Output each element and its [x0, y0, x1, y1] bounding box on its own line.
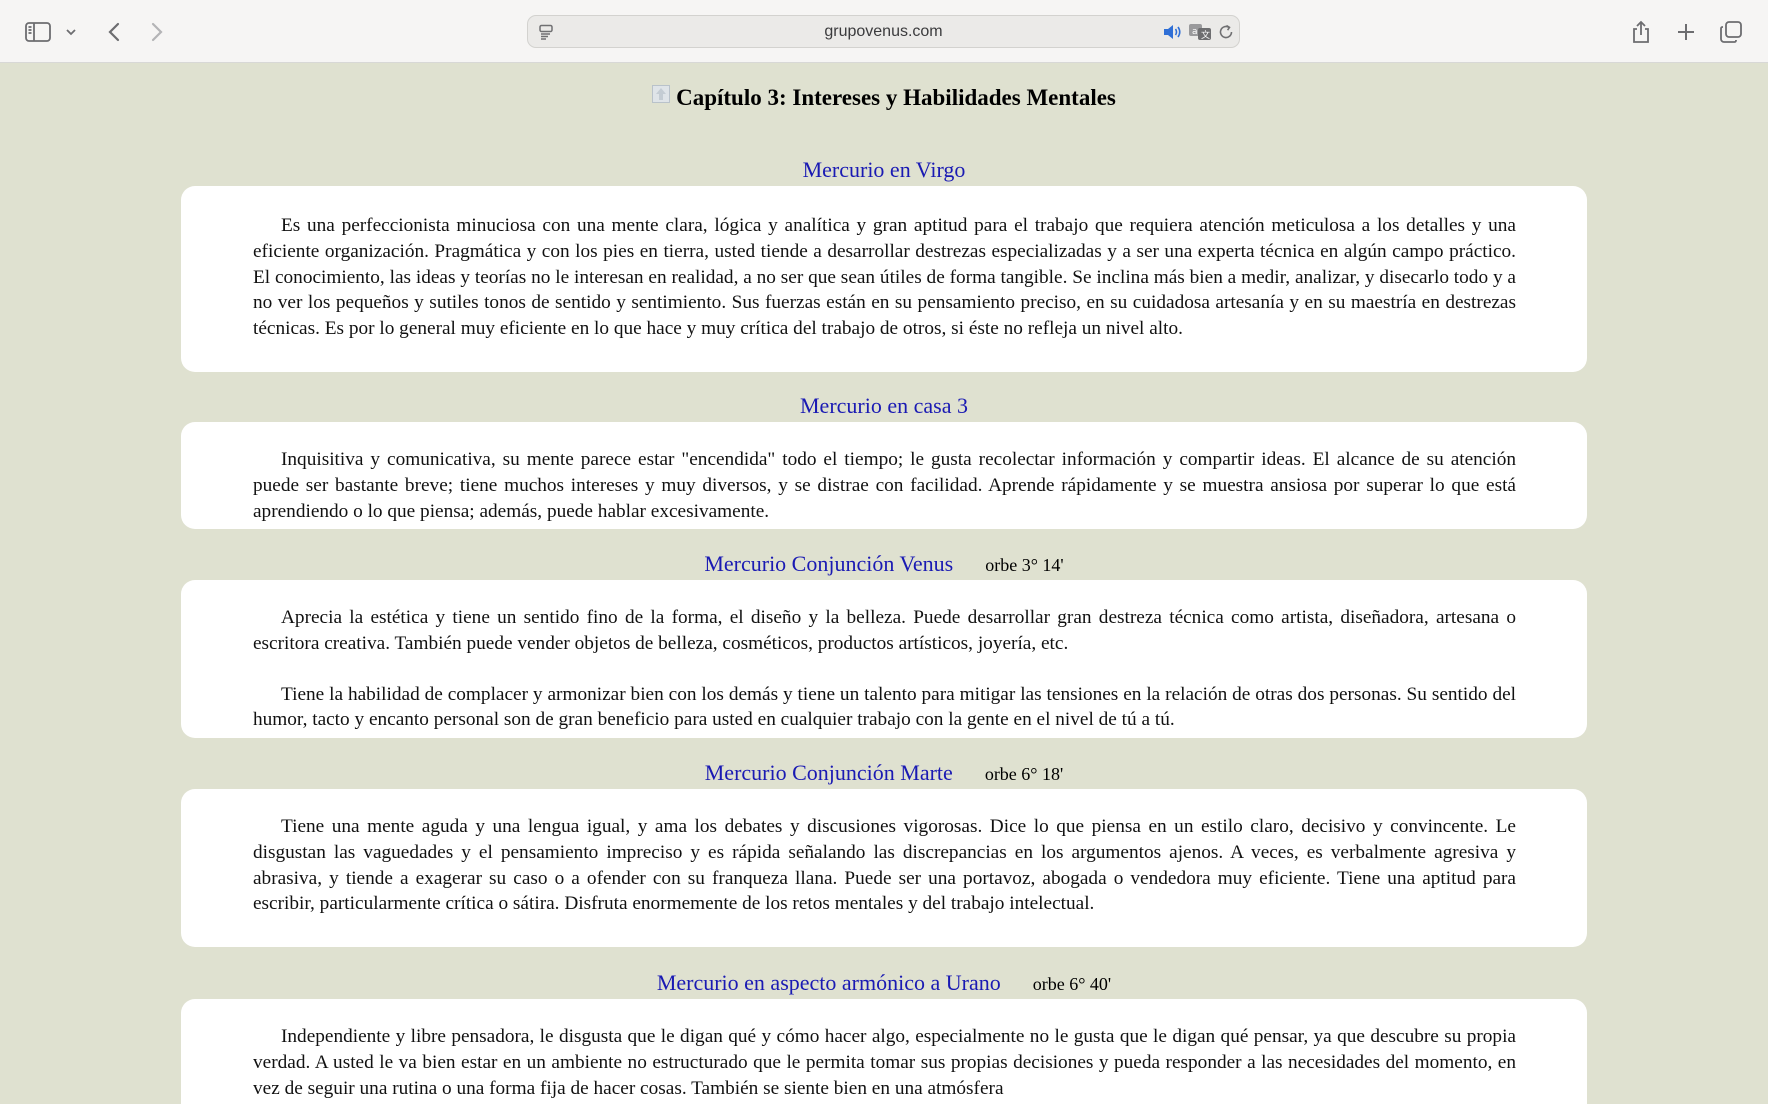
- section-card: Tiene una mente aguda y una lengua igual…: [181, 789, 1587, 947]
- address-bar[interactable]: grupovenus.com a 文: [527, 15, 1240, 48]
- section-heading: Mercurio en Virgo: [0, 157, 1768, 183]
- section-card: Aprecia la estética y tiene un sentido f…: [181, 580, 1587, 738]
- orb-value: orbe 6° 18': [984, 764, 1064, 784]
- svg-text:文: 文: [1201, 29, 1210, 41]
- chevron-left-icon[interactable]: [96, 14, 132, 50]
- section-title: Mercurio Conjunción Marte: [704, 760, 953, 785]
- browser-toolbar: grupovenus.com a 文: [0, 0, 1768, 63]
- sidebar-icon[interactable]: [20, 14, 56, 50]
- section-title: Mercurio en casa 3: [800, 393, 968, 418]
- section-heading: Mercurio Conjunción Marte orbe 6° 18': [0, 760, 1768, 786]
- orb-value: orbe 6° 40': [1032, 974, 1112, 994]
- speaker-icon[interactable]: [1161, 21, 1183, 43]
- chapter-title-row: Capítulo 3: Intereses y Habilidades Ment…: [0, 83, 1768, 111]
- url-text[interactable]: grupovenus.com: [528, 16, 1239, 47]
- section-card: Es una perfeccionista minuciosa con una …: [181, 186, 1587, 372]
- section-paragraph: Independiente y libre pensadora, le disg…: [253, 1026, 1516, 1099]
- orb-value: orbe 3° 14': [985, 555, 1064, 575]
- chevron-right-icon[interactable]: [139, 14, 175, 50]
- reload-icon[interactable]: [1215, 21, 1237, 43]
- section-paragraph: Es una perfeccionista minuciosa con una …: [253, 215, 1516, 340]
- section-heading: Mercurio Conjunción Venus orbe 3° 14': [0, 551, 1768, 577]
- section-card: Independiente y libre pensadora, le disg…: [181, 999, 1587, 1104]
- section-paragraph: Inquisitiva y comunicativa, su mente par…: [253, 449, 1516, 522]
- tabs-overview-icon[interactable]: [1713, 14, 1749, 50]
- section-title: Mercurio Conjunción Venus: [704, 551, 954, 576]
- section-title: Mercurio en aspecto armónico a Urano: [656, 970, 1001, 995]
- section-card: Inquisitiva y comunicativa, su mente par…: [181, 422, 1587, 529]
- share-icon[interactable]: [1623, 14, 1659, 50]
- page-title: Capítulo 3: Intereses y Habilidades Ment…: [676, 85, 1116, 110]
- plus-icon[interactable]: [1668, 14, 1704, 50]
- section-heading: Mercurio en casa 3: [0, 393, 1768, 419]
- chevron-down-icon[interactable]: [56, 14, 86, 50]
- section-title: Mercurio en Virgo: [802, 157, 966, 182]
- section-paragraph: Tiene una mente aguda y una lengua igual…: [253, 816, 1516, 915]
- translate-icon[interactable]: a 文: [1187, 21, 1213, 43]
- web-page: Capítulo 3: Intereses y Habilidades Ment…: [0, 63, 1768, 1104]
- section-paragraph: Aprecia la estética y tiene un sentido f…: [253, 607, 1516, 654]
- svg-text:a: a: [1192, 27, 1198, 37]
- section-paragraph: Tiene la habilidad de complacer y armoni…: [253, 683, 1516, 731]
- up-arrow-icon[interactable]: [652, 83, 671, 103]
- section-heading: Mercurio en aspecto armónico a Urano orbe…: [0, 970, 1768, 996]
